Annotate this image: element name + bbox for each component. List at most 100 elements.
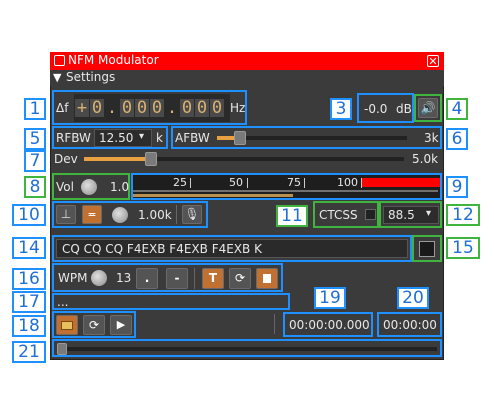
modulation-source-icon[interactable]: ⊥ [56, 205, 76, 224]
window-title: NFM Modulator [68, 53, 159, 67]
rfbw-group: RFBW 12.50 ▾ k [52, 126, 168, 149]
total-time-frame: 00:00:00 [377, 312, 442, 337]
frequency-separator: . [166, 98, 178, 118]
window-menu-icon[interactable] [54, 55, 65, 66]
callout-label: 17 [12, 291, 46, 313]
ctcss-toggle-group: CTCSS [313, 201, 379, 228]
frequency-digit[interactable]: 0 [90, 99, 104, 117]
folder-shape [61, 321, 73, 330]
ctcss-checkbox[interactable] [365, 209, 376, 220]
rfbw-value: 12.50 [99, 131, 134, 145]
rfbw-select[interactable]: 12.50 ▾ [94, 129, 152, 147]
collapse-triangle-icon: ▼ [53, 71, 62, 84]
callout-label: 4 [446, 98, 468, 120]
callout-label: 12 [446, 204, 480, 226]
frequency-digit[interactable]: 0 [195, 99, 209, 117]
divider [274, 314, 275, 334]
callout-label: 10 [12, 204, 46, 226]
delta-frequency-label: Δf [56, 101, 69, 115]
callout-label: 19 [314, 287, 346, 309]
callout-label: 6 [446, 128, 468, 150]
file-name: ... [57, 295, 69, 309]
frequency-digit[interactable]: 0 [150, 99, 164, 117]
morse-text-frame: CQ CQ CQ F4EXB F4EXB F4EXB K [52, 235, 412, 262]
ctcss-select-frame: 88.5 ▾ [379, 201, 442, 228]
channel-power-group: -0.0 dB [357, 93, 414, 123]
frequency-dial[interactable]: + 0 . 0 0 0 . 0 0 0 [74, 94, 230, 122]
ctcss-select[interactable]: 88.5 ▾ [383, 206, 439, 224]
morse-dot-button[interactable]: . [136, 268, 158, 289]
channel-power-value: -0.0 [364, 102, 388, 116]
callout-label: 16 [12, 268, 46, 290]
vu-tick [190, 178, 191, 188]
wpm-value: 13 [116, 271, 132, 285]
morse-dash-button[interactable]: - [166, 268, 188, 289]
morse-enable-checkbox[interactable] [419, 241, 435, 257]
file-seek-slider[interactable] [57, 343, 437, 355]
channel-mute-button-frame: 🔊 [414, 94, 442, 122]
volume-value: 1.0 [110, 180, 130, 194]
file-seek-handle[interactable] [57, 343, 67, 355]
callout-label: 14 [12, 237, 46, 259]
vu-meter: 25 50 75 100 [131, 173, 442, 200]
vu-tick-label: 50 [229, 176, 243, 189]
wpm-dial[interactable] [91, 270, 107, 286]
frequency-unit: Hz [230, 101, 246, 115]
vu-tick-label: 75 [287, 176, 301, 189]
deviation-slider-handle[interactable] [145, 152, 157, 166]
morse-text-value: CQ CQ CQ F4EXB F4EXB F4EXB K [62, 242, 262, 256]
volume-dial[interactable] [81, 179, 97, 195]
close-icon[interactable]: ✕ [427, 55, 439, 67]
morse-text-input[interactable]: CQ CQ CQ F4EXB F4EXB F4EXB K [56, 239, 408, 258]
vu-scale-line [133, 190, 438, 192]
channel-power-unit: dB [396, 102, 412, 116]
callout-label: 3 [330, 98, 352, 120]
callout-label: 20 [397, 287, 429, 309]
afbw-group: AFBW 3k [171, 126, 442, 149]
frequency-digit[interactable]: 0 [135, 99, 149, 117]
settings-toggle[interactable]: ▼ Settings [50, 70, 444, 86]
morse-enable-frame [412, 235, 442, 262]
callout-label: 7 [24, 150, 46, 172]
microphone-icon[interactable]: 🎙 [182, 205, 202, 224]
deviation-value: 5.0k [412, 152, 439, 166]
frequency-sign[interactable]: + [75, 99, 89, 117]
deviation-slider[interactable] [84, 152, 404, 166]
stop-square-icon [263, 274, 271, 283]
tone-generator-icon[interactable]: ≖ [82, 205, 102, 224]
play-icon[interactable]: ▶ [110, 315, 132, 335]
tone-controls-group: ⊥ ≖ 1.00k 🎙 [52, 201, 208, 228]
elapsed-time: 00:00:00.000 [289, 318, 370, 332]
deviation-group: Dev 5.0k [52, 149, 442, 169]
loop-icon[interactable]: ⟳ [229, 268, 251, 289]
callout-label: 18 [12, 315, 46, 337]
ctcss-label[interactable]: CTCSS [319, 208, 358, 222]
frequency-digit[interactable]: 0 [180, 99, 194, 117]
play-morse-button[interactable] [256, 268, 278, 289]
afbw-slider[interactable] [217, 131, 407, 145]
vu-level-bar [133, 194, 293, 197]
vu-tick-label: 100 [337, 176, 358, 189]
frequency-digit[interactable]: 0 [120, 99, 134, 117]
volume-group: Vol 1.0 [52, 173, 130, 200]
total-time: 00:00:00 [383, 318, 437, 332]
callout-label: 8 [24, 176, 46, 198]
callout-label: 1 [24, 98, 46, 120]
deviation-slider-fill [84, 157, 151, 161]
afbw-slider-handle[interactable] [234, 131, 246, 145]
open-file-icon[interactable] [56, 315, 78, 335]
morse-text-button[interactable]: T [202, 268, 224, 289]
ctcss-value: 88.5 [388, 208, 415, 222]
file-name-frame: ... [52, 293, 290, 310]
speaker-icon[interactable]: 🔊 [418, 98, 438, 118]
frequency-separator: . [106, 98, 118, 118]
title-bar: NFM Modulator ✕ [50, 52, 444, 70]
callout-label: 15 [446, 237, 480, 259]
tone-frequency-dial[interactable] [112, 207, 128, 223]
divider [194, 268, 195, 289]
file-seek-track [57, 347, 437, 351]
delta-frequency-group: Δf + 0 . 0 0 0 . 0 0 0 Hz [52, 90, 247, 125]
loop-file-icon[interactable]: ⟳ [83, 315, 105, 335]
frequency-digit[interactable]: 0 [210, 99, 224, 117]
afbw-value: 3k [424, 131, 439, 145]
